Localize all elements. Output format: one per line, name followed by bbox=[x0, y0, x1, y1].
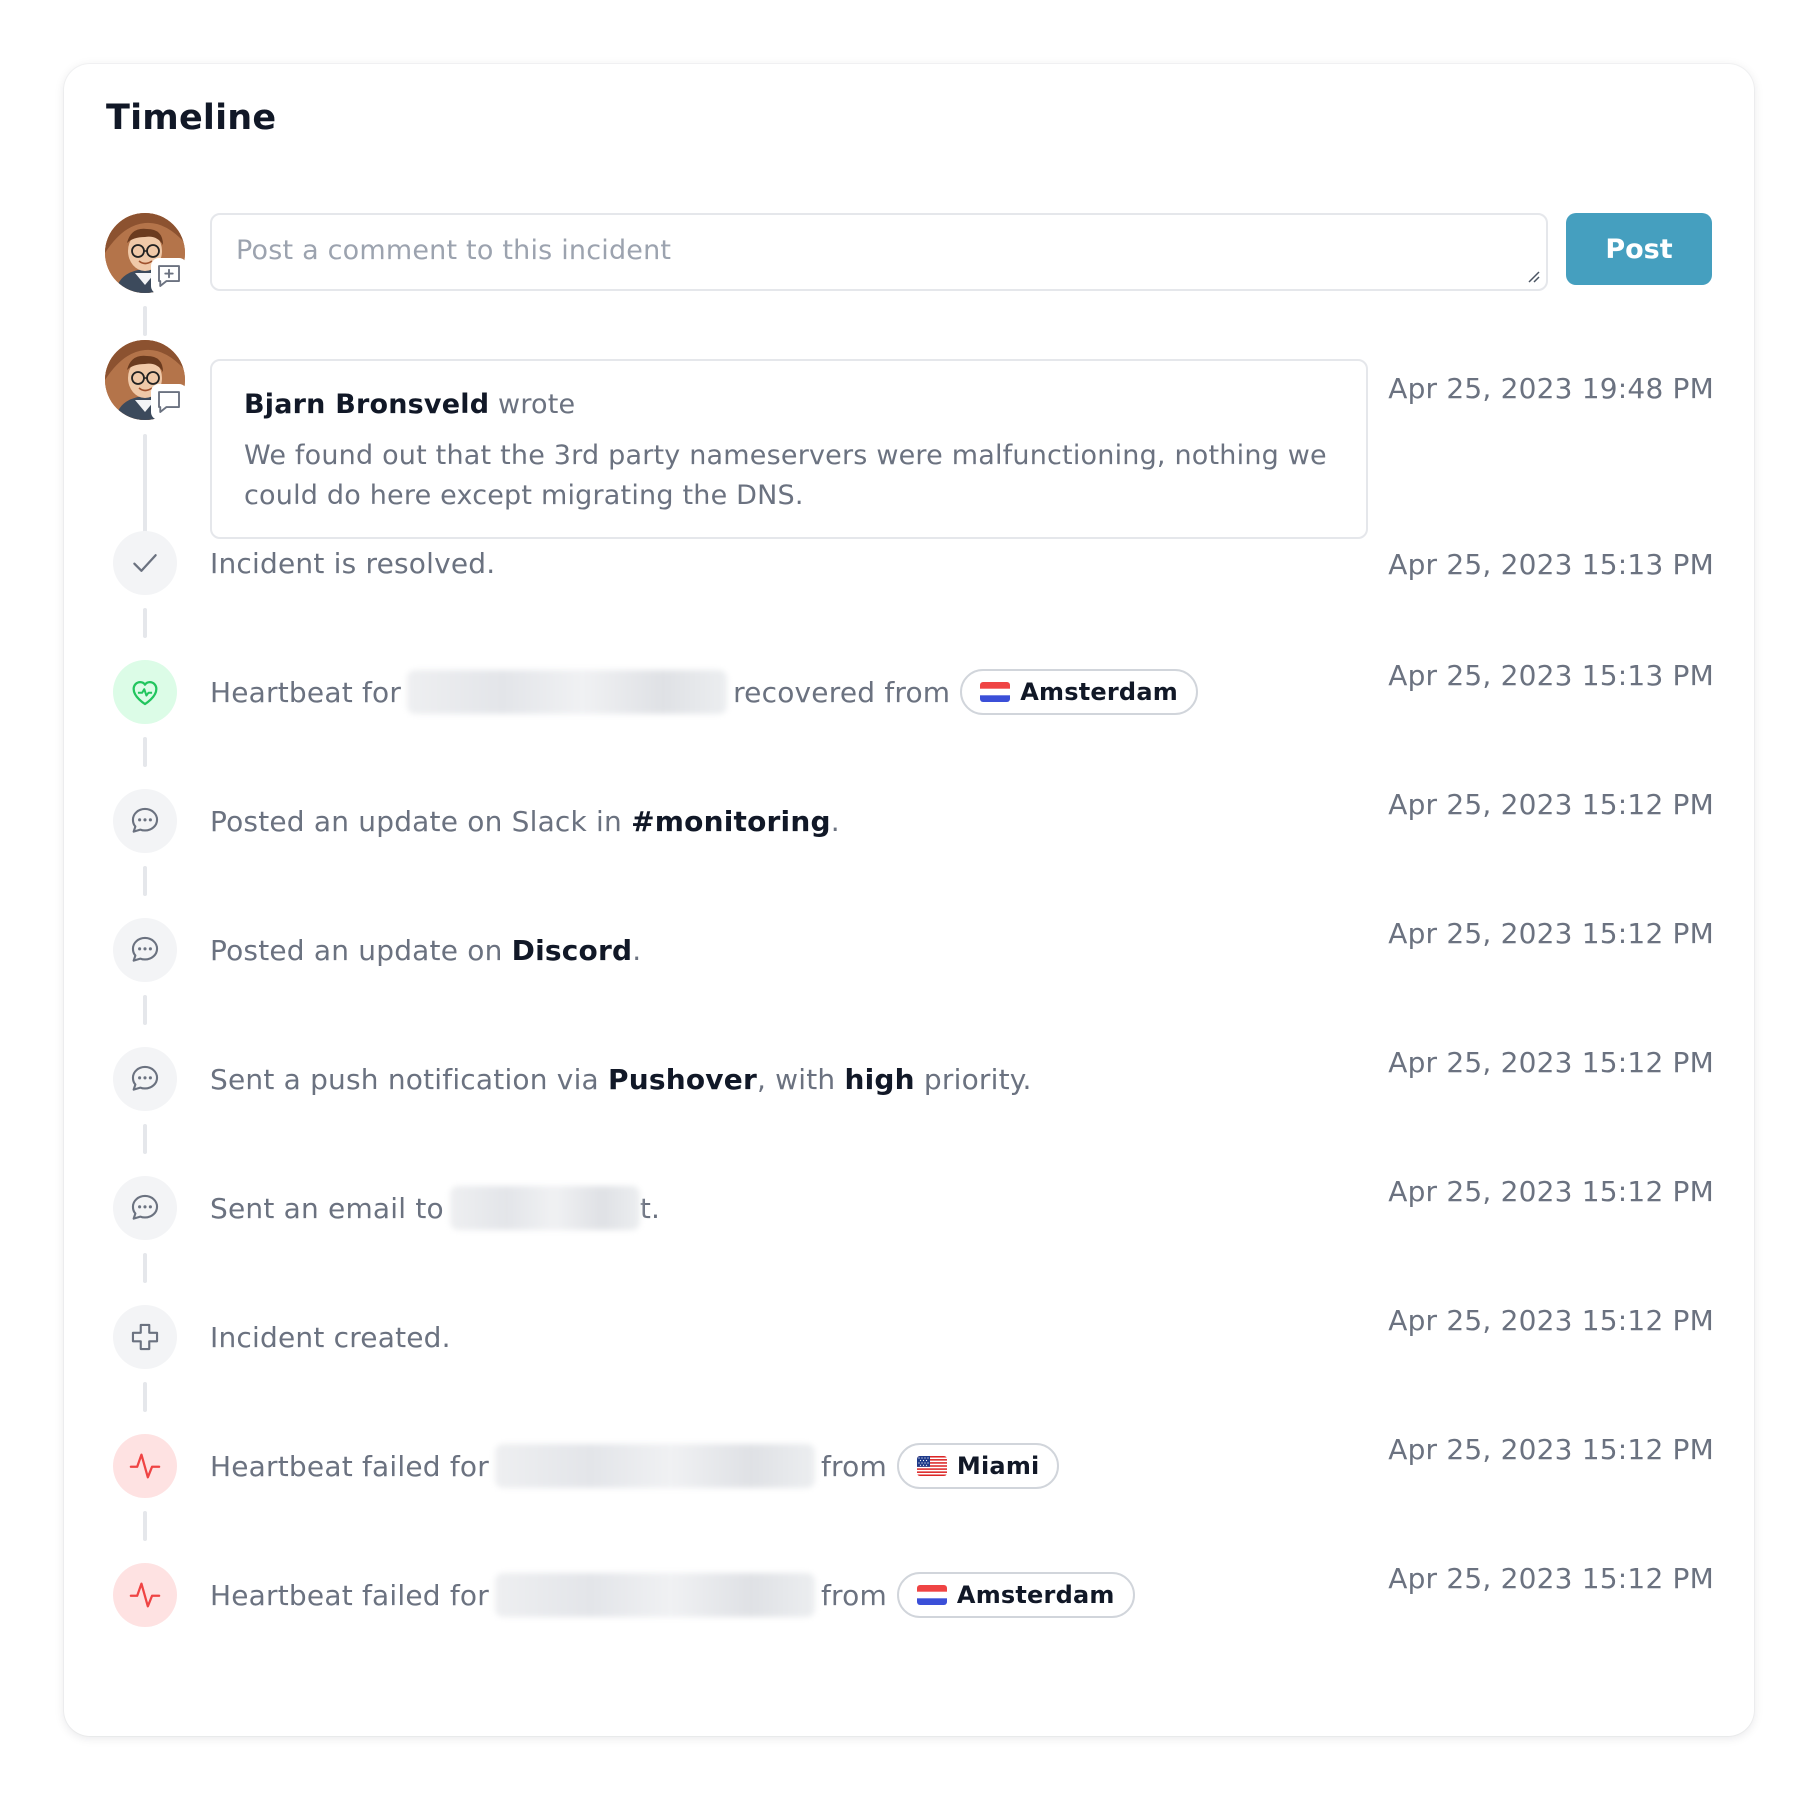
event-text: Posted an update on Slack in bbox=[210, 804, 622, 838]
event-text: from bbox=[820, 1449, 887, 1483]
timeline-event-heartbeat-failed: Heartbeat failed for from Miami bbox=[210, 1440, 1060, 1492]
event-timestamp: Apr 25, 2023 15:12 PM bbox=[1388, 1175, 1714, 1208]
comment-card: Bjarn Bronsveld wrote We found out that … bbox=[210, 359, 1368, 539]
timeline-event-heartbeat-failed: Heartbeat failed for from Amsterdam bbox=[210, 1569, 1135, 1621]
redacted-email bbox=[449, 1186, 640, 1230]
pulse-icon bbox=[113, 1434, 177, 1498]
comment-input-placeholder: Post a comment to this incident bbox=[236, 235, 672, 266]
timeline-event-discord-update: Posted an update on Discord. bbox=[210, 924, 641, 976]
timeline-connector bbox=[143, 995, 147, 1025]
timeline-event-created: Incident created. bbox=[210, 1311, 451, 1363]
event-text: Incident created. bbox=[210, 1320, 451, 1354]
timeline-connector bbox=[143, 1124, 147, 1154]
redacted-monitor-name bbox=[494, 1444, 815, 1488]
event-timestamp: Apr 25, 2023 15:12 PM bbox=[1388, 788, 1714, 821]
comment-timestamp: Apr 25, 2023 19:48 PM bbox=[1388, 372, 1714, 405]
timeline-connector bbox=[143, 737, 147, 767]
comment-verb: wrote bbox=[498, 389, 576, 420]
event-text: from bbox=[820, 1578, 887, 1612]
event-text: recovered from bbox=[733, 675, 951, 709]
event-text: , with bbox=[756, 1062, 836, 1096]
priority-level: high bbox=[844, 1062, 915, 1096]
location-badge: Amsterdam bbox=[896, 1572, 1135, 1618]
comment-input[interactable]: Post a comment to this incident bbox=[210, 213, 1548, 291]
event-text: t. bbox=[639, 1191, 661, 1225]
event-text: priority. bbox=[923, 1062, 1032, 1096]
event-text: Sent an email to bbox=[210, 1191, 444, 1225]
timeline-connector bbox=[143, 608, 147, 638]
location-badge: Miami bbox=[896, 1443, 1060, 1489]
timeline-connector bbox=[143, 1511, 147, 1541]
event-text: Heartbeat failed for bbox=[210, 1449, 489, 1483]
comment-icon bbox=[151, 384, 187, 420]
timeline-event-heartbeat-recovered: Heartbeat for recovered from Amsterdam bbox=[210, 666, 1198, 718]
post-button[interactable]: Post bbox=[1566, 213, 1712, 285]
netherlands-flag-icon bbox=[917, 1585, 947, 1605]
timeline-event-push-notification: Sent a push notification via Pushover, w… bbox=[210, 1053, 1032, 1105]
event-timestamp: Apr 25, 2023 15:12 PM bbox=[1388, 1304, 1714, 1337]
comment-body: We found out that the 3rd party nameserv… bbox=[244, 440, 1327, 511]
timeline-event-resolved: Incident is resolved. bbox=[210, 537, 495, 589]
resize-grip-icon[interactable] bbox=[1526, 269, 1540, 283]
timeline-connector bbox=[143, 1253, 147, 1283]
location-label: Miami bbox=[956, 1452, 1040, 1480]
timeline-connector bbox=[143, 306, 147, 336]
event-text: Sent a push notification via bbox=[210, 1062, 599, 1096]
netherlands-flag-icon bbox=[980, 682, 1010, 702]
event-text: Heartbeat for bbox=[210, 675, 402, 709]
event-timestamp: Apr 25, 2023 15:12 PM bbox=[1388, 1046, 1714, 1079]
timeline-event-email-sent: Sent an email to t. bbox=[210, 1182, 660, 1234]
event-text: . bbox=[830, 804, 840, 838]
event-timestamp: Apr 25, 2023 15:12 PM bbox=[1388, 1433, 1714, 1466]
location-badge: Amsterdam bbox=[960, 669, 1198, 715]
event-timestamp: Apr 25, 2023 15:13 PM bbox=[1388, 659, 1714, 692]
event-timestamp: Apr 25, 2023 15:13 PM bbox=[1388, 548, 1714, 581]
location-label: Amsterdam bbox=[1020, 678, 1178, 706]
timeline-card: Timeline Post a comment to this incident… bbox=[64, 64, 1754, 1736]
event-text: Heartbeat failed for bbox=[210, 1578, 489, 1612]
chat-icon bbox=[113, 1176, 177, 1240]
add-comment-icon bbox=[151, 258, 187, 294]
location-label: Amsterdam bbox=[956, 1581, 1115, 1609]
timeline-event-slack-update: Posted an update on Slack in #monitoring… bbox=[210, 795, 840, 847]
redacted-monitor-name bbox=[494, 1573, 815, 1617]
event-text: Incident is resolved. bbox=[210, 546, 496, 580]
event-timestamp: Apr 25, 2023 15:12 PM bbox=[1388, 1562, 1714, 1595]
chat-icon bbox=[113, 1047, 177, 1111]
chat-icon bbox=[113, 789, 177, 853]
event-text: Posted an update on bbox=[210, 933, 503, 967]
timeline-connector bbox=[143, 1382, 147, 1412]
page-title: Timeline bbox=[106, 98, 277, 138]
integration-name: Pushover bbox=[608, 1062, 757, 1096]
chat-icon bbox=[113, 918, 177, 982]
pulse-icon bbox=[113, 1563, 177, 1627]
timeline-connector bbox=[143, 866, 147, 896]
check-icon bbox=[113, 531, 177, 595]
comment-author[interactable]: Bjarn Bronsveld bbox=[244, 389, 489, 420]
united-states-flag-icon bbox=[917, 1456, 947, 1476]
comment-header: Bjarn Bronsveld wrote bbox=[244, 389, 1334, 420]
heart-icon bbox=[113, 660, 177, 724]
plus-icon bbox=[113, 1305, 177, 1369]
slack-channel: #monitoring bbox=[631, 804, 831, 838]
redacted-monitor-name bbox=[407, 670, 728, 714]
event-timestamp: Apr 25, 2023 15:12 PM bbox=[1388, 917, 1714, 950]
integration-name: Discord bbox=[511, 933, 633, 967]
event-text: . bbox=[632, 933, 642, 967]
